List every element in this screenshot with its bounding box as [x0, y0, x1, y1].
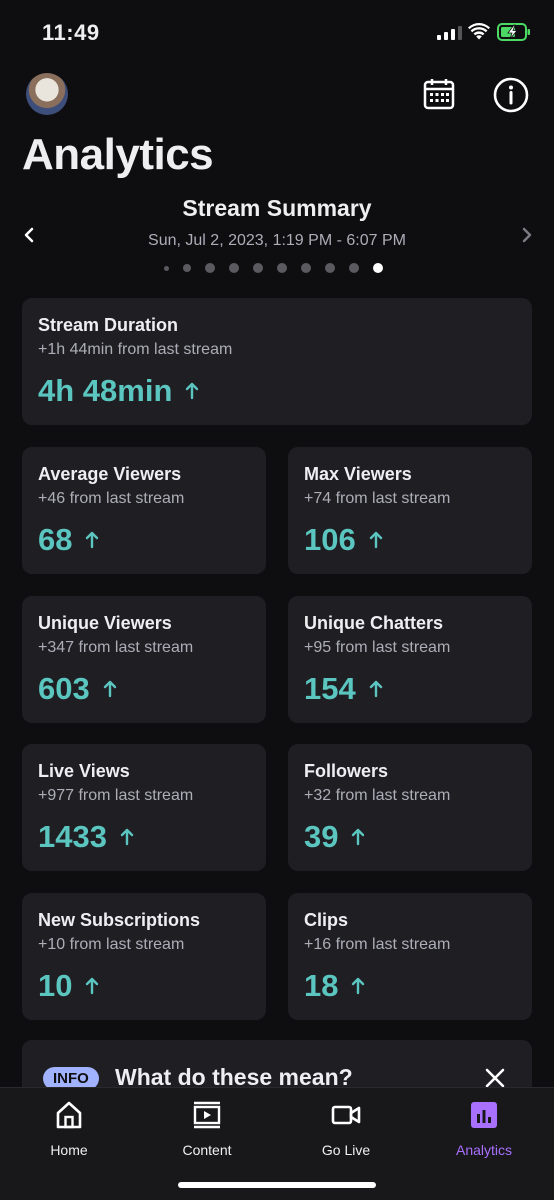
nav-go-live[interactable]: Go Live: [286, 1100, 406, 1158]
stat-card-followers: Followers +32 from last stream 39: [288, 744, 532, 871]
card-value-row: 154: [304, 671, 516, 707]
home-indicator[interactable]: [178, 1182, 376, 1188]
page-dot[interactable]: [205, 263, 215, 273]
page-dot[interactable]: [301, 263, 311, 273]
page-indicator[interactable]: [164, 263, 383, 273]
page-dot[interactable]: [253, 263, 263, 273]
page-dot[interactable]: [164, 265, 169, 271]
card-value: 1433: [38, 819, 107, 854]
arrow-up-icon: [120, 828, 134, 846]
card-subtitle: +1h 44min from last stream: [38, 341, 233, 358]
nav-home-label: Home: [50, 1142, 88, 1158]
arrow-up-icon: [103, 680, 116, 698]
stat-card-unique-viewers: Unique Viewers +347 from last stream 603: [22, 596, 266, 723]
chevron-right-icon[interactable]: [516, 222, 538, 248]
nav-content-label: Content: [182, 1142, 232, 1158]
profile-avatar[interactable]: [26, 73, 68, 115]
wifi-icon: [468, 23, 490, 40]
arrow-up-icon: [86, 531, 99, 549]
close-icon[interactable]: [484, 1067, 506, 1089]
arrow-up-icon: [86, 977, 99, 995]
arrow-up-icon: [369, 531, 382, 549]
arrow-up-icon: [369, 680, 382, 698]
home-icon: [56, 1101, 82, 1129]
content-icon: [193, 1101, 221, 1129]
nav-content[interactable]: Content: [147, 1100, 267, 1158]
status-time: 11:49: [42, 20, 100, 45]
page-dot[interactable]: [183, 264, 191, 272]
card-title: New Subscriptions: [38, 910, 201, 930]
card-title: Average Viewers: [38, 464, 182, 484]
card-value-row: 1433: [38, 819, 250, 855]
cellular-signal-icon: [437, 26, 462, 40]
stat-card-unique-chatters: Unique Chatters +95 from last stream 154: [288, 596, 532, 723]
page-dot-active[interactable]: [373, 263, 383, 273]
card-title: Followers: [304, 761, 389, 781]
nav-analytics[interactable]: Analytics: [424, 1100, 544, 1158]
card-title: Unique Chatters: [304, 613, 444, 633]
card-title: Live Views: [38, 761, 130, 781]
nav-go-live-label: Go Live: [321, 1142, 371, 1158]
page-dot[interactable]: [349, 263, 359, 273]
card-subtitle: +32 from last stream: [304, 787, 451, 804]
stat-card-live-views: Live Views +977 from last stream 1433: [22, 744, 266, 871]
card-value-row: 39: [304, 819, 516, 855]
card-value: 10: [38, 968, 73, 1003]
card-value-row: 18: [304, 968, 516, 1004]
battery-charging-icon: [497, 23, 530, 41]
stat-card-average-viewers: Average Viewers +46 from last stream 68: [22, 447, 266, 574]
arrow-up-icon: [352, 977, 365, 995]
card-value-row: 68: [38, 522, 250, 558]
card-value-row: 10: [38, 968, 250, 1004]
info-icon[interactable]: [492, 76, 530, 114]
card-value: 18: [304, 968, 339, 1003]
stat-card-max-viewers: Max Viewers +74 from last stream 106: [288, 447, 532, 574]
stat-card-clips: Clips +16 from last stream 18: [288, 893, 532, 1020]
summary-date: Sun, Jul 2, 2023, 1:19 PM - 6:07 PM: [148, 232, 406, 249]
arrow-up-icon: [186, 382, 199, 400]
card-subtitle: +95 from last stream: [304, 639, 451, 656]
card-title: Unique Viewers: [38, 613, 172, 633]
card-title: Clips: [304, 910, 349, 930]
arrow-up-icon: [352, 828, 365, 846]
stat-card-new-subscriptions: New Subscriptions +10 from last stream 1…: [22, 893, 266, 1020]
card-subtitle: +977 from last stream: [38, 787, 194, 804]
page-dot[interactable]: [229, 263, 239, 273]
summary-title: Stream Summary: [182, 195, 372, 221]
card-subtitle: +16 from last stream: [304, 936, 451, 953]
card-subtitle: +74 from last stream: [304, 490, 451, 507]
card-value: 154: [304, 671, 356, 706]
card-value: 4h 48min: [38, 373, 173, 408]
card-subtitle: +46 from last stream: [38, 490, 185, 507]
status-bar: 11:49: [0, 0, 554, 64]
nav-analytics-label: Analytics: [455, 1142, 513, 1158]
card-value-row: 4h 48min: [38, 373, 516, 409]
card-value: 39: [304, 819, 339, 854]
video-camera-icon: [331, 1105, 361, 1125]
card-value-row: 603: [38, 671, 250, 707]
page-title: Analytics: [22, 130, 214, 179]
analytics-icon: [471, 1102, 497, 1128]
card-value: 68: [38, 522, 73, 557]
card-subtitle: +347 from last stream: [38, 639, 194, 656]
nav-home[interactable]: Home: [9, 1100, 129, 1158]
stat-card-stream-duration: Stream Duration +1h 44min from last stre…: [22, 298, 532, 425]
page-dot[interactable]: [325, 263, 335, 273]
page-dot[interactable]: [277, 263, 287, 273]
card-value-row: 106: [304, 522, 516, 558]
card-value: 603: [38, 671, 90, 706]
card-subtitle: +10 from last stream: [38, 936, 185, 953]
card-title: Stream Duration: [38, 315, 179, 335]
card-value: 106: [304, 522, 356, 557]
card-title: Max Viewers: [304, 464, 412, 484]
calendar-icon[interactable]: [421, 76, 457, 112]
